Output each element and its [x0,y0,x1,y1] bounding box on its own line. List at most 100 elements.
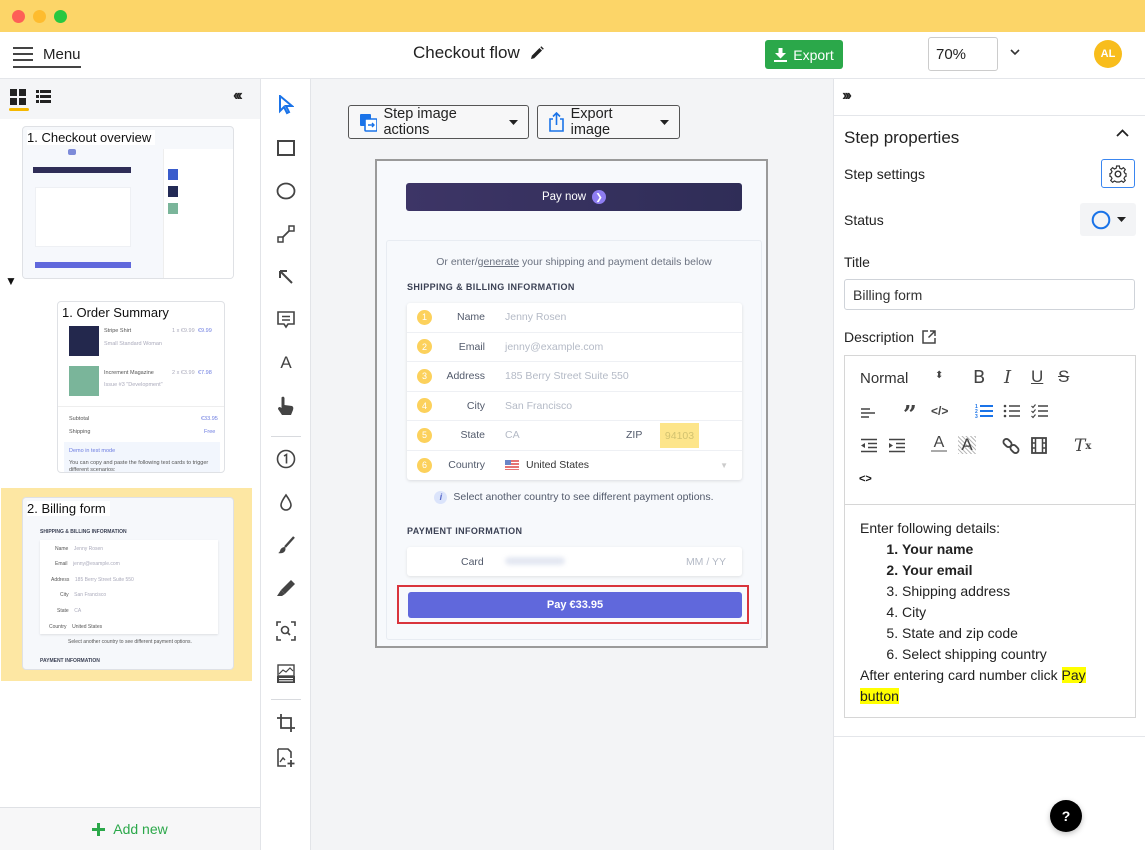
list-item: City [902,602,1125,623]
click-hand-tool[interactable] [274,394,298,418]
insert-image-tool[interactable] [274,746,298,770]
description-editor[interactable]: Normal ⬍ B I U S ” </> 123 A A Tx <> Ent… [844,355,1136,718]
clear-formatting-icon[interactable]: Tx [1074,436,1091,456]
format-select[interactable]: Normal [860,368,908,388]
step-thumbnail-billing-form[interactable]: 2. Billing form SHIPPING & BILLING INFOR… [22,497,234,670]
card-field: Card MM / YY [407,547,742,576]
background-color-icon[interactable]: A [958,435,976,454]
billing-form-panel: Or enter/generate your shipping and paym… [386,240,762,640]
text-tool[interactable]: A [274,351,298,375]
arrow-tool[interactable] [274,265,298,289]
checklist-icon[interactable] [1031,403,1049,419]
ellipse-tool[interactable] [274,179,298,203]
screenshot-frame-tool[interactable] [274,662,298,686]
link-icon[interactable] [1002,437,1020,455]
maximize-window-button[interactable] [54,10,67,23]
add-new-step-button[interactable]: Add new [0,807,260,850]
zip-highlight: 94103 [660,423,699,448]
bold-icon[interactable]: B [973,367,985,388]
title-input[interactable] [844,279,1135,310]
card-number-blurred [505,557,565,565]
step-badge: 5 [417,427,432,443]
field-row-email: 2 Email jenny@example.com [407,333,742,362]
step-settings-button[interactable] [1101,159,1135,188]
step-thumbnail-checkout-overview[interactable]: 1. Checkout overview [22,126,234,279]
description-intro: Enter following details: [860,520,1001,536]
step-badge: 2 [417,339,432,355]
highlighter-tool[interactable] [274,576,298,600]
export-image-label: Export image [570,106,613,138]
callout-tool[interactable] [274,308,298,332]
format-select-arrows-icon[interactable]: ⬍ [935,370,943,381]
steps-panel: ‹‹‹ ▼ 1. Checkout overview 1. Order Summ… [0,79,261,850]
select-caret-icon: ▼ [720,460,728,470]
status-dropdown[interactable] [1080,203,1136,236]
rectangle-icon [277,140,295,156]
step-settings-label: Step settings [844,166,925,182]
pointing-hand-icon [278,396,294,415]
collapse-right-panel-icon[interactable]: ››› [842,87,852,105]
user-avatar[interactable]: AL [1094,40,1122,68]
field-row-name: 1 Name Jenny Rosen [407,303,742,333]
field-row-state: 5 State CA ZIP 94103 [407,421,742,451]
shipping-section-heading: SHIPPING & BILLING INFORMATION [407,282,575,292]
editor-canvas: Step image actions Export image Pay now … [311,79,833,850]
collapse-panel-icon[interactable]: ‹‹‹ [233,87,243,105]
field-row-country: 6 Country United States ▼ [407,451,742,481]
list-item: Select shipping country [902,644,1125,665]
video-icon[interactable] [1031,437,1047,454]
brush-tool[interactable] [274,533,298,557]
step-preview: Stripe Shirt Small Standard Woman 1 x €9… [58,324,224,472]
hamburger-icon [13,47,33,61]
blur-tool[interactable] [274,490,298,514]
align-left-icon[interactable] [860,406,876,420]
chevron-up-icon[interactable] [1116,129,1129,137]
line-tool[interactable] [274,222,298,246]
outdent-icon[interactable] [860,438,878,453]
blockquote-icon[interactable]: ” [903,400,917,429]
cursor-arrow-icon [279,95,294,115]
expand-toggle-icon[interactable]: ▼ [5,274,17,288]
indent-icon[interactable] [888,438,906,453]
step-screenshot[interactable]: Pay now ❯ Or enter/generate your shippin… [375,159,768,648]
generate-link: generate [477,256,520,268]
chevron-down-icon[interactable] [1010,49,1020,56]
ordered-list-icon[interactable]: 123 [975,403,994,419]
rectangle-tool[interactable] [274,136,298,160]
list-item: Your name [902,539,1125,560]
step-number-tool[interactable] [274,447,298,471]
export-image-button[interactable]: Export image [537,105,680,139]
document-title: Checkout flow [413,43,544,63]
magnifier-tool[interactable] [274,619,298,643]
export-button[interactable]: Export [765,40,843,69]
html-source-icon[interactable]: <> [859,473,872,485]
zoom-level-input[interactable]: 70% [928,37,998,71]
image-frame-icon [277,664,295,683]
edit-pencil-icon[interactable] [530,46,544,60]
step-image-actions-button[interactable]: Step image actions [348,105,529,139]
code-icon[interactable]: </> [931,404,948,418]
minimize-window-button[interactable] [33,10,46,23]
us-flag-icon [505,460,519,471]
text-color-icon[interactable]: A [931,435,947,452]
help-button[interactable]: ? [1050,800,1082,832]
annotation-toolbar: A [261,79,311,850]
step-title: 2. Billing form [27,501,110,516]
strikethrough-icon[interactable]: S [1058,367,1069,387]
step-badge: 4 [417,398,432,414]
menu-button[interactable]: Menu [13,44,81,68]
crop-tool[interactable] [274,711,298,735]
select-pointer-tool[interactable] [274,93,298,117]
step-preview: SHIPPING & BILLING INFORMATION Name Jenn… [23,520,233,669]
bullet-list-icon[interactable] [1003,403,1021,419]
open-external-icon[interactable] [921,329,937,345]
grid-view-icon[interactable] [10,89,26,105]
close-window-button[interactable] [12,10,25,23]
italic-icon[interactable]: I [1004,367,1011,388]
list-view-icon[interactable] [36,90,51,103]
step-title: 1. Checkout overview [27,130,156,145]
step-thumbnail-order-summary[interactable]: 1. Order Summary Stripe Shirt Small Stan… [57,301,225,473]
svg-text:3: 3 [975,414,978,419]
description-content[interactable]: Enter following details: Your name Your … [860,518,1125,707]
underline-icon[interactable]: U [1031,367,1043,387]
